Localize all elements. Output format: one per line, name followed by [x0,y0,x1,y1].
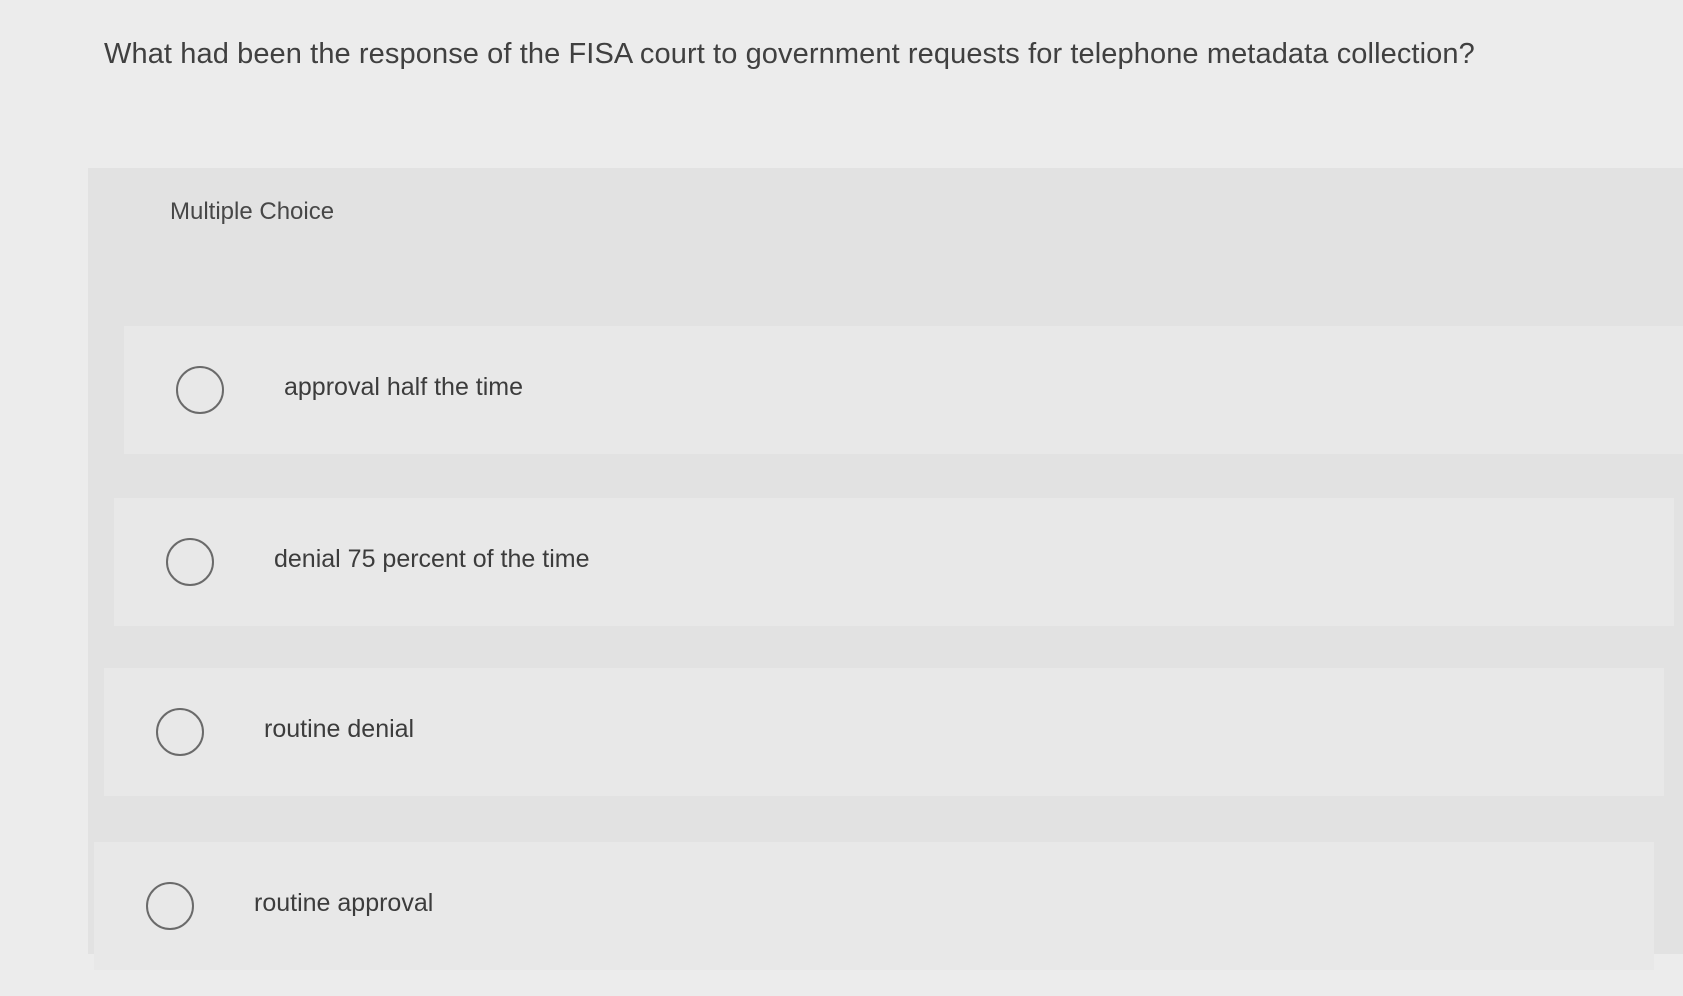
radio-unchecked-icon[interactable] [146,882,194,930]
answer-option-label: routine denial [264,715,415,743]
answer-option[interactable]: routine approval [94,842,1654,970]
question-type-label: Multiple Choice [170,198,335,225]
answer-option[interactable]: routine denial [104,668,1664,796]
radio-unchecked-icon[interactable] [176,366,224,414]
answer-option[interactable]: approval half the time [124,326,1683,454]
question-text: What had been the response of the FISA c… [104,38,1475,70]
answer-option-label: approval half the time [284,373,524,401]
answer-option[interactable]: denial 75 percent of the time [114,498,1674,626]
answer-option-label: denial 75 percent of the time [274,545,590,573]
radio-unchecked-icon[interactable] [166,538,214,586]
answer-option-label: routine approval [254,889,434,917]
radio-unchecked-icon[interactable] [156,708,204,756]
